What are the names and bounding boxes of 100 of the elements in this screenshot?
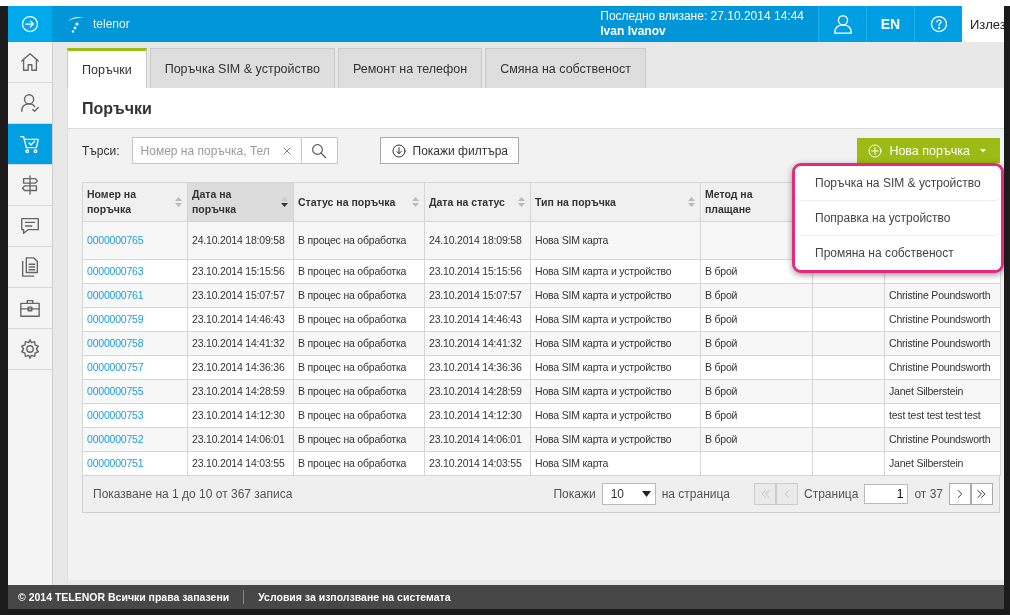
table-cell: 23.10.2014 14:12:30	[192, 409, 285, 421]
table-cell: 23.10.2014 14:06:01	[429, 433, 522, 445]
arrow-down-circle-icon	[390, 142, 407, 159]
home-icon	[19, 51, 41, 73]
last-login-text: Последно влизане: 27.10.2014 14:44	[600, 9, 804, 24]
table-cell: Нова SIM карта и устройство	[535, 409, 672, 421]
table-cell: 23.10.2014 15:07:57	[429, 289, 522, 301]
menu-item[interactable]: Поправка на устройство	[795, 201, 1001, 236]
table-cell: 23.10.2014 14:12:30	[429, 409, 522, 421]
menu-item[interactable]: Промяна на собственост	[795, 236, 1001, 270]
table-cell: В процес на обработка	[298, 265, 407, 277]
table-cell: 23.10.2014 14:36:36	[429, 361, 522, 373]
page-title: Поръчки	[81, 99, 153, 119]
per-page-label: на страница	[661, 487, 730, 501]
table-cell: 23.10.2014 15:15:56	[429, 265, 522, 277]
table-cell: Нова SIM карта и устройство	[535, 385, 672, 397]
show-filter-button[interactable]: Покажи филтъра	[379, 137, 520, 164]
table-cell: В брой	[705, 337, 738, 349]
table-cell: 23.10.2014 14:46:43	[192, 313, 285, 325]
table-cell: В брой	[705, 385, 738, 397]
table-cell: Christine Poundsworth	[889, 313, 991, 325]
table-cell: В процес на обработка	[298, 289, 407, 301]
sort-icon	[411, 196, 420, 208]
table-cell: 23.10.2014 14:41:32	[429, 337, 522, 349]
tab[interactable]: Поръчка SIM & устройство	[149, 48, 335, 88]
search-field[interactable]: Номер на поръчка, Тел	[131, 137, 302, 164]
tab[interactable]: Поръчки	[67, 48, 147, 88]
table-cell: 23.10.2014 14:06:01	[192, 433, 285, 445]
search-label: Търси:	[82, 143, 120, 158]
page-nav-button[interactable]	[971, 483, 993, 505]
table-cell: В процес на обработка	[298, 409, 407, 421]
table-cell: Christine Poundsworth	[889, 361, 991, 373]
enter-button[interactable]	[8, 6, 52, 42]
tab[interactable]: Смяна на собственост	[485, 48, 646, 88]
table-cell: Janet Silberstein	[889, 385, 964, 397]
page-label: Страница	[804, 487, 859, 501]
table-cell: 23.10.2014 15:15:56	[192, 265, 285, 277]
page-size-select[interactable]: 10	[601, 483, 656, 505]
table-cell: В процес на обработка	[298, 385, 407, 397]
table-cell: Christine Poundsworth	[889, 337, 991, 349]
user-icon	[831, 13, 854, 35]
gear-icon	[19, 338, 41, 360]
page-count: от 37	[914, 487, 943, 501]
table-cell: Нова SIM карта и устройство	[535, 313, 672, 325]
table-cell: Нова SIM карта и устройство	[535, 361, 672, 373]
table-cell: В процес на обработка	[298, 313, 407, 325]
help-button[interactable]	[914, 6, 962, 42]
table-cell: В брой	[705, 265, 738, 277]
page-nav-button[interactable]	[949, 483, 971, 505]
table-cell: 23.10.2014 14:03:55	[192, 457, 285, 469]
table-cell: 23.10.2014 14:28:59	[429, 385, 522, 397]
table-cell: В брой	[705, 313, 738, 325]
search-icon	[310, 141, 329, 160]
user-name: Ivan Ivanov	[600, 24, 667, 39]
table-cell: Нова SIM карта и устройство	[535, 289, 672, 301]
table-cell: 23.10.2014 15:07:57	[192, 289, 285, 301]
search-button[interactable]	[301, 137, 338, 164]
table-cell: В брой	[705, 409, 738, 421]
table-cell: Christine Poundsworth	[889, 289, 991, 301]
table-cell: В процес на обработка	[298, 361, 407, 373]
tab[interactable]: Ремонт на телефон	[337, 48, 483, 88]
plus-circle-icon	[867, 142, 884, 159]
table-cell: Нова SIM карта и устройство	[535, 433, 672, 445]
menu-item[interactable]: Поръчка на SIM & устройство	[795, 166, 1001, 201]
sidebar-item[interactable]	[8, 124, 52, 165]
table-cell: В брой	[705, 289, 738, 301]
sort-icon	[687, 196, 696, 208]
column-header[interactable]: Тип на поръчка	[530, 182, 701, 222]
show-label: Покажи	[553, 487, 596, 501]
copyright-text: © 2014 TELENOR Всички права запазени	[18, 591, 230, 603]
column-header[interactable]: Дата на поръчка	[187, 182, 294, 222]
table-cell: В процес на обработка	[298, 337, 407, 349]
table-cell: 23.10.2014 14:36:36	[192, 361, 285, 373]
table-cell: test test test test test	[889, 409, 981, 421]
table-cell: В брой	[705, 361, 738, 373]
table-cell: Нова SIM карта и устройство	[535, 265, 672, 277]
page-input[interactable]: 1	[864, 484, 909, 504]
sort-icon	[517, 196, 526, 208]
records-summary: Показване на 1 до 10 от 367 записа	[93, 487, 293, 501]
column-header[interactable]: Номер на поръчка	[82, 182, 188, 222]
table-cell: В брой	[705, 433, 738, 445]
table-cell: 23.10.2014 14:28:59	[192, 385, 285, 397]
table-cell: В процес на обработка	[298, 457, 407, 469]
table-cell: 24.10.2014 18:09:58	[192, 234, 285, 246]
signpost-icon	[19, 174, 41, 196]
table-cell: В процес на обработка	[298, 234, 407, 246]
table-cell: В процес на обработка	[298, 433, 407, 445]
table-cell: Нова SIM карта	[535, 234, 609, 246]
terms-link[interactable]: Условия за използване на системата	[258, 591, 451, 603]
column-header[interactable]: Дата на статус	[424, 182, 531, 222]
table-cell: 23.10.2014 14:46:43	[429, 313, 522, 325]
chat-icon	[19, 215, 41, 237]
table-cell: 24.10.2014 18:09:58	[429, 234, 522, 246]
documents-icon	[19, 256, 41, 278]
profile-button[interactable]	[818, 6, 866, 42]
table-cell: Janet Silberstein	[889, 457, 964, 469]
table-cell: 23.10.2014 14:41:32	[192, 337, 285, 349]
column-header[interactable]: Статус на поръчка	[293, 182, 425, 222]
help-icon	[928, 14, 949, 34]
dropdown-arrow-icon	[641, 491, 651, 497]
